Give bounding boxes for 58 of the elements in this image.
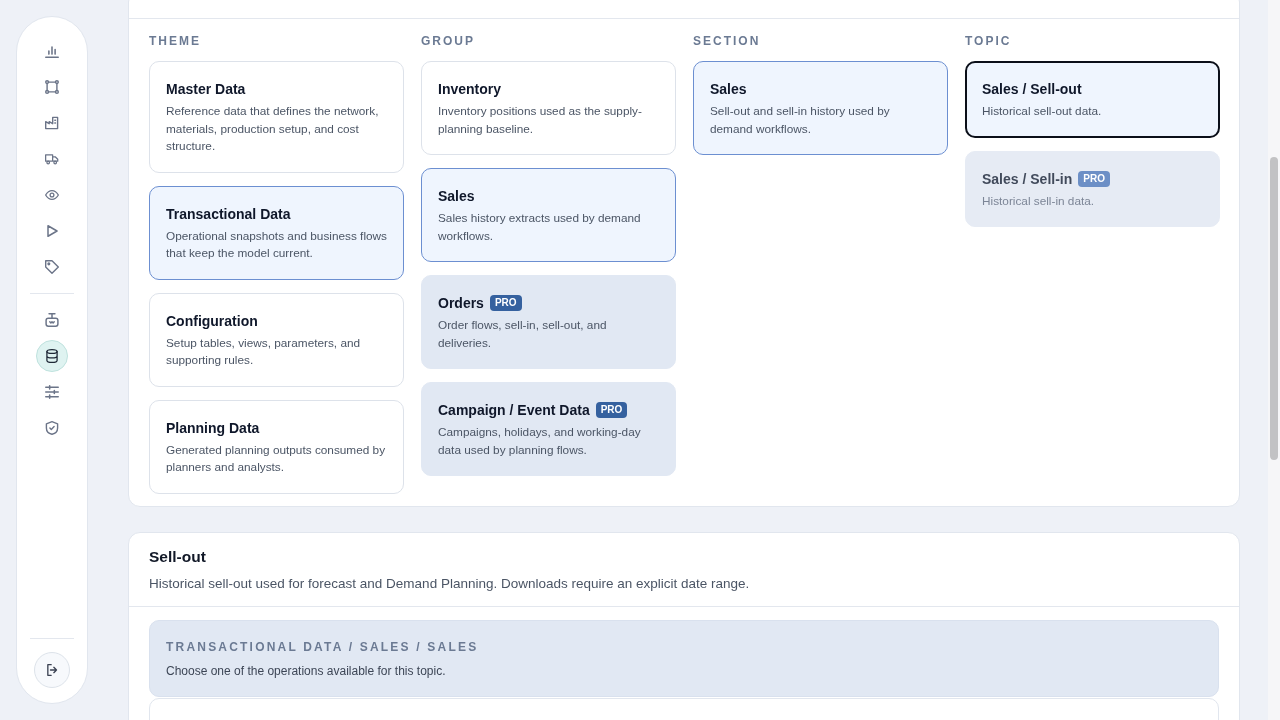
theme-card[interactable]: Master Data Reference data that defines the network, materials, production setup, and cost structure. [149, 61, 404, 173]
column-heading: THEME [149, 34, 201, 48]
card-description: Generated planning outputs consumed by planners and analysts. [166, 441, 387, 476]
card-title: Master Data [166, 80, 246, 98]
card-description: Order flows, sell-in, sell-out, and deliveries. [438, 317, 608, 352]
card-title: Campaign / Event Data [438, 401, 590, 419]
group-card[interactable]: Sales Sales history extracts used by demand workflows. [421, 168, 676, 262]
operation-hint: Choose one of the operations available for this topic. [166, 663, 446, 678]
card-title: Sales / Sell-out [982, 80, 1082, 98]
bar-chart-icon [45, 44, 59, 58]
truck-icon [45, 152, 59, 166]
play-icon [46, 225, 58, 237]
database-icon [45, 349, 59, 363]
card-description: Historical sell-out data. [982, 103, 1103, 120]
scrollbar-thumb[interactable] [1270, 157, 1278, 460]
column-heading: SECTION [693, 34, 761, 48]
card-description: Campaigns, holidays, and working-day data used by planning flows. [438, 424, 642, 459]
sliders-icon [45, 385, 59, 399]
detail-title: Sell-out [149, 547, 206, 566]
theme-card[interactable]: Configuration Setup tables, views, parameters, and supporting rules. [149, 292, 404, 387]
section-card[interactable]: Sales Sell-out and sell-in history used by demand workflows. [693, 61, 948, 155]
card-description: Inventory positions used as the supply-planning baseline. [438, 103, 643, 138]
tag-icon [45, 260, 59, 274]
card-title: Sales / Sell-in [982, 169, 1073, 188]
card-description: Sales history extracts used by demand workflows. [438, 210, 642, 245]
card-description: Setup tables, views, parameters, and supporting rules. [166, 334, 362, 369]
card-description: Historical sell-in data. [982, 192, 1096, 210]
topic-card[interactable]: Sales / Sell-out Historical sell-out data. [965, 61, 1220, 138]
logout-button[interactable] [34, 652, 70, 688]
detail-description: Historical sell-out used for forecast and Demand Planning. Downloads require an explicit date range. [149, 574, 750, 593]
pro-badge: PRO [1078, 170, 1110, 187]
robot-icon [45, 313, 59, 327]
group-card[interactable]: Campaign / Event Data PRO Campaigns, holidays, and working-day data used by planning flows. [421, 382, 676, 476]
card-description: Reference data that defines the network, materials, production setup, and cost structure. [166, 103, 380, 155]
card-title: Sales [438, 187, 475, 205]
shield-check-icon [45, 421, 59, 435]
nodes-icon [45, 80, 59, 94]
factory-icon [45, 116, 59, 130]
card-title: Planning Data [166, 418, 260, 437]
card-title: Configuration [166, 311, 258, 330]
group-card[interactable]: Orders PRO Order flows, sell-in, sell-out, and deliveries. [421, 275, 676, 369]
card-title: Sales [710, 80, 747, 98]
column-heading: TOPIC [965, 34, 1012, 48]
card-title: Inventory [438, 80, 501, 98]
logout-icon [46, 664, 58, 676]
operation-path: TRANSACTIONAL DATA / SALES / SALES [166, 639, 479, 654]
column-heading: GROUP [421, 34, 475, 48]
pro-badge: PRO [595, 402, 628, 418]
card-description: Sell-out and sell-in history used by demand workflows. [710, 103, 891, 138]
card-description: Operational snapshots and business flows that keep the model current. [166, 227, 387, 262]
card-title: Transactional Data [166, 204, 291, 223]
nav-button[interactable] [36, 340, 68, 372]
eye-icon [45, 188, 59, 202]
card-title: Orders [438, 294, 484, 312]
group-card[interactable]: Inventory Inventory positions used as the supply-planning baseline. [421, 61, 676, 155]
theme-card[interactable]: Planning Data Generated planning outputs consumed by planners and analysts. [149, 399, 404, 494]
theme-card[interactable]: Transactional Data Operational snapshots and business flows that keep the model current. [149, 185, 404, 280]
pro-badge: PRO [489, 295, 522, 311]
